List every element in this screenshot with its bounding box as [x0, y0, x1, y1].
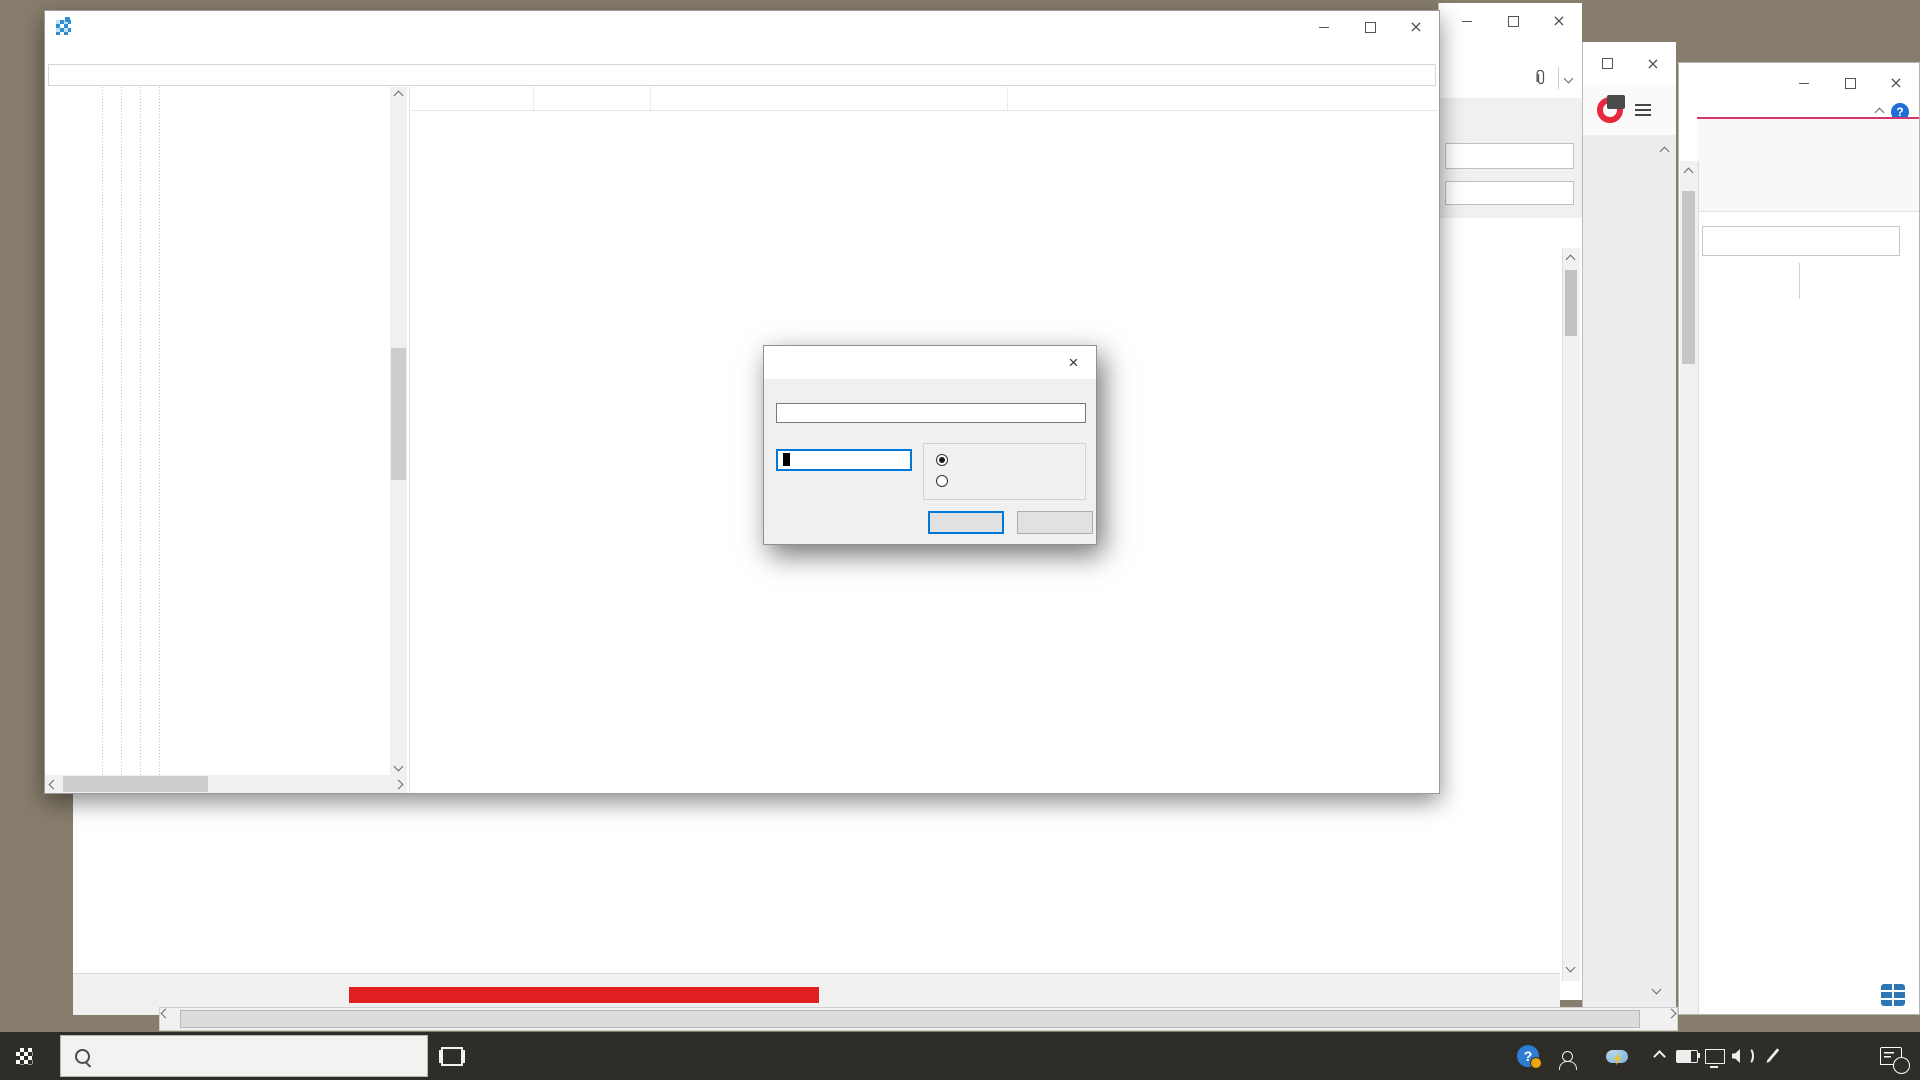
- table-view-icon[interactable]: [1881, 984, 1905, 1006]
- maximize-icon[interactable]: [1347, 11, 1393, 43]
- dialog-titlebar[interactable]: [764, 346, 1096, 379]
- regedit-app-icon: [56, 20, 71, 35]
- tree-horizontal-scrollbar[interactable]: [45, 775, 407, 793]
- mail-list-window: ?: [1678, 62, 1920, 1015]
- ok-button[interactable]: [928, 511, 1004, 534]
- value-data-input[interactable]: [776, 449, 912, 471]
- maximize-icon[interactable]: [1827, 67, 1873, 99]
- scrollbar[interactable]: [1680, 161, 1699, 1014]
- text-cursor: [783, 453, 790, 466]
- scroll-left-icon[interactable]: [161, 1009, 171, 1019]
- attach-dropdown-icon[interactable]: [1564, 73, 1574, 83]
- weather-icon[interactable]: [1602, 1032, 1632, 1080]
- close-icon[interactable]: [1536, 3, 1582, 39]
- registry-editor-window: [44, 10, 1440, 794]
- radio-decimal[interactable]: [936, 475, 954, 487]
- search-icon: [75, 1049, 90, 1064]
- edit-dword-dialog: [763, 345, 1097, 545]
- base-groupbox: [923, 443, 1086, 500]
- taskbar: ?: [0, 1032, 1920, 1080]
- hamburger-menu-icon[interactable]: [1635, 104, 1651, 116]
- task-view-icon: [441, 1047, 463, 1066]
- column-header-type[interactable]: [534, 87, 651, 110]
- close-icon[interactable]: [1051, 346, 1096, 379]
- scrollbar-thumb[interactable]: [180, 1010, 1640, 1028]
- address-bar[interactable]: [48, 64, 1436, 86]
- column-header-name[interactable]: [411, 87, 534, 110]
- help-tray-icon[interactable]: ?: [1506, 1032, 1550, 1080]
- opera-window: [1582, 42, 1676, 1015]
- value-name-input[interactable]: [776, 403, 1086, 423]
- taskbar-search[interactable]: [60, 1035, 428, 1077]
- radio-icon: [936, 475, 948, 487]
- menu-bar: [45, 43, 1439, 63]
- scroll-right-icon[interactable]: [1667, 1009, 1677, 1019]
- minimize-icon[interactable]: [1781, 67, 1827, 99]
- taskbar-clock[interactable]: [1786, 1032, 1864, 1080]
- attach-toolbar: [1439, 58, 1582, 98]
- action-center-button[interactable]: [1868, 1032, 1914, 1080]
- paperclip-icon: [1534, 70, 1547, 86]
- battery-icon[interactable]: [1672, 1032, 1702, 1080]
- minimize-icon[interactable]: [1444, 3, 1490, 39]
- filter-input[interactable]: [1702, 226, 1900, 256]
- hidden-icons-chevron[interactable]: [1644, 1032, 1674, 1080]
- maximize-icon[interactable]: [1584, 42, 1630, 85]
- values-header: [411, 87, 1438, 111]
- close-icon[interactable]: [1393, 11, 1439, 43]
- opera-badge: [1607, 95, 1625, 109]
- opera-menu-icon[interactable]: [1597, 97, 1623, 123]
- radio-hexadecimal[interactable]: [936, 454, 954, 466]
- highlighted-note: [349, 987, 819, 1003]
- compose-field[interactable]: [1445, 143, 1574, 169]
- column-header-data[interactable]: [651, 87, 1008, 110]
- compose-window-controls: [1444, 3, 1582, 39]
- cancel-button[interactable]: [1017, 511, 1093, 534]
- pen-icon[interactable]: [1757, 1032, 1787, 1080]
- maximize-icon[interactable]: [1490, 3, 1536, 39]
- network-icon[interactable]: [1700, 1032, 1730, 1080]
- horizontal-scrollbar[interactable]: [159, 1007, 1678, 1031]
- radio-icon: [936, 454, 948, 466]
- email-message-window: [73, 794, 1560, 1015]
- close-icon[interactable]: [1630, 42, 1676, 85]
- chevron-up-icon[interactable]: [1875, 107, 1885, 117]
- windows-logo-icon: [16, 1048, 33, 1065]
- volume-icon[interactable]: [1728, 1032, 1758, 1080]
- desktop: ?: [0, 0, 1920, 1080]
- scrollbar-thumb[interactable]: [391, 348, 406, 480]
- people-icon[interactable]: [1552, 1032, 1582, 1080]
- registry-titlebar[interactable]: [45, 11, 1439, 43]
- scrollbar-thumb[interactable]: [63, 776, 208, 792]
- close-icon[interactable]: [1873, 67, 1919, 99]
- tree-vertical-scrollbar[interactable]: [390, 87, 407, 775]
- compose-field[interactable]: [1445, 181, 1574, 205]
- registry-tree-pane: [45, 87, 410, 793]
- pane-splitter[interactable]: [409, 87, 410, 793]
- notification-badge: [1893, 1057, 1910, 1074]
- start-button[interactable]: [0, 1032, 48, 1080]
- minimize-icon[interactable]: [1301, 11, 1347, 43]
- scroll-up-icon[interactable]: [1660, 147, 1670, 157]
- task-view-button[interactable]: [432, 1032, 472, 1080]
- compose-scrollbar[interactable]: [1562, 248, 1580, 981]
